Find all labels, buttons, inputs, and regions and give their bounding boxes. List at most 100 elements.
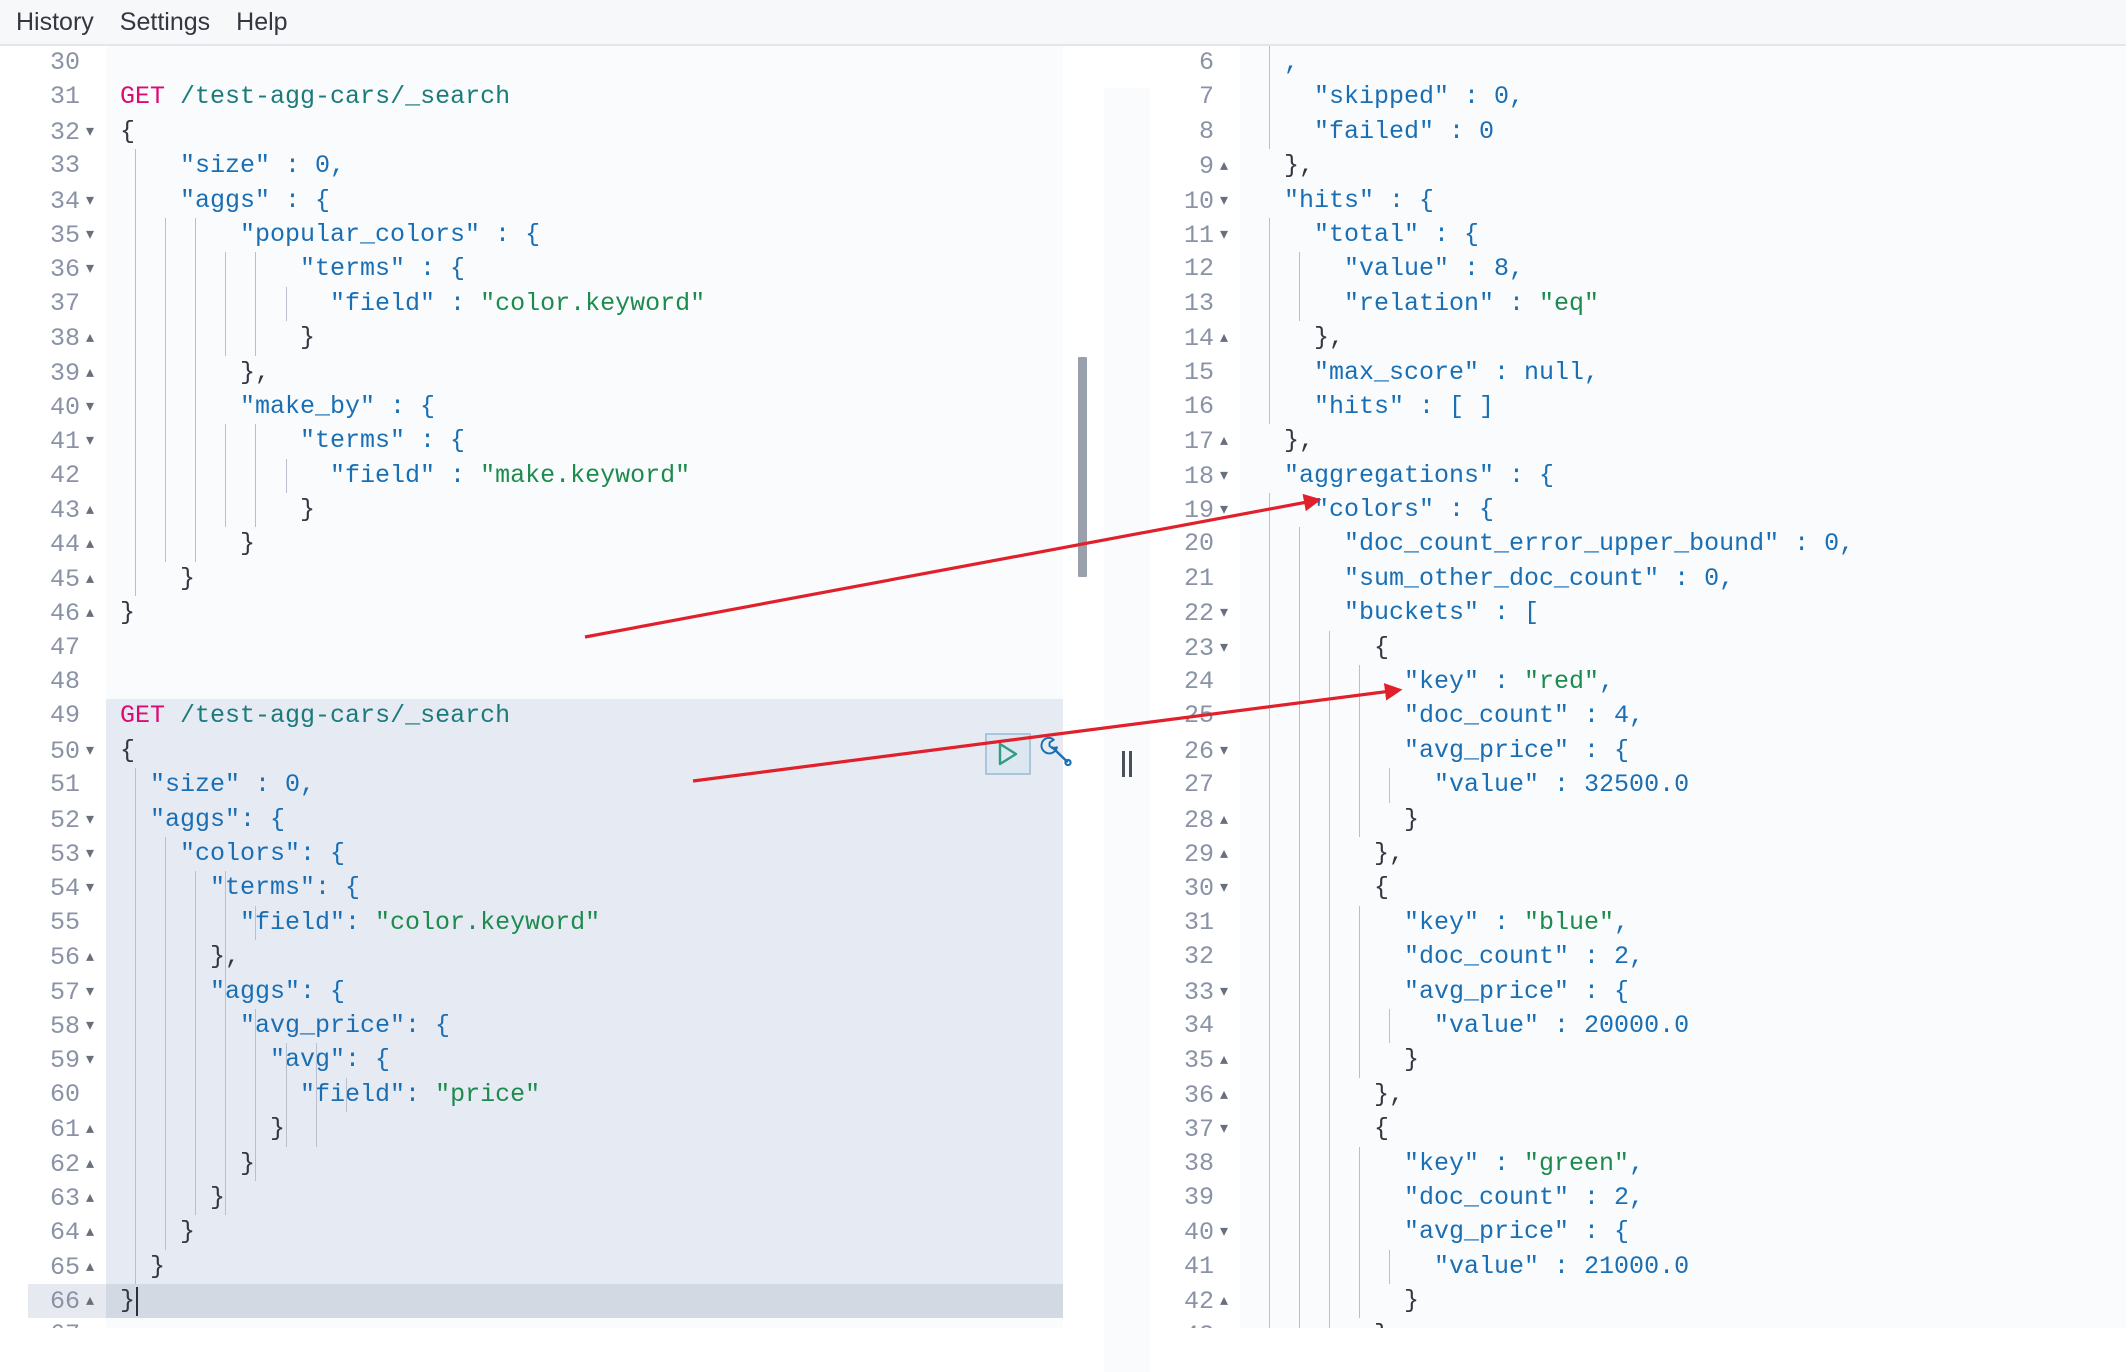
- fold-expand-icon[interactable]: ▴: [1214, 424, 1234, 458]
- code-line[interactable]: 58 ▾ "avg_price": {: [28, 1008, 1063, 1045]
- fold-expand-icon[interactable]: ▴: [80, 596, 100, 630]
- fold-collapse-icon[interactable]: ▾: [1214, 975, 1234, 1009]
- code-line[interactable]: 22 ▾ "buckets" : [: [1156, 596, 2126, 632]
- code-line[interactable]: 30 ▾ {: [1156, 871, 2126, 907]
- fold-expand-icon[interactable]: ▴: [80, 562, 100, 596]
- code-line[interactable]: 42 ▴ }: [1156, 1284, 2126, 1320]
- code-line[interactable]: 25 "doc_count" : 4,: [1156, 699, 2126, 734]
- fold-expand-icon[interactable]: ▴: [80, 493, 100, 527]
- code-line[interactable]: 53 ▾ "colors": {: [28, 836, 1063, 873]
- code-line[interactable]: 52 ▾ "aggs": {: [28, 802, 1063, 838]
- code-line[interactable]: 40 ▾ "make_by" : {: [28, 389, 1063, 426]
- fold-collapse-icon[interactable]: ▾: [1214, 596, 1234, 630]
- code-line[interactable]: 41 "value" : 21000.0: [1156, 1249, 2126, 1285]
- code-line[interactable]: 55 "field": "color.keyword": [28, 905, 1063, 941]
- code-line[interactable]: 44 ▴ }: [28, 527, 1063, 563]
- code-line[interactable]: 9 ▴ },: [1156, 149, 2126, 185]
- code-line[interactable]: 42 "field" : "make.keyword": [28, 458, 1063, 494]
- code-line[interactable]: 60 "field": "price": [28, 1077, 1063, 1113]
- fold-collapse-icon[interactable]: ▾: [1214, 493, 1234, 527]
- code-line[interactable]: 8 "failed" : 0: [1156, 114, 2126, 150]
- wrench-button[interactable]: [1037, 734, 1077, 774]
- code-line[interactable]: 48: [28, 665, 1063, 700]
- pane-resizer[interactable]: [1104, 88, 1150, 1372]
- fold-collapse-icon[interactable]: ▾: [1214, 871, 1234, 905]
- code-line[interactable]: 34 ▾ "aggs" : {: [28, 183, 1063, 219]
- fold-collapse-icon[interactable]: ▾: [80, 734, 100, 768]
- fold-collapse-icon[interactable]: ▾: [1214, 218, 1234, 252]
- menu-item-history[interactable]: History: [16, 0, 94, 44]
- code-line[interactable]: 14 ▴ },: [1156, 321, 2126, 357]
- fold-collapse-icon[interactable]: ▾: [80, 115, 100, 149]
- code-line[interactable]: 29 ▴ },: [1156, 836, 2126, 873]
- code-line[interactable]: 43▴ }: [28, 493, 1063, 529]
- code-line[interactable]: 26 ▾ "avg_price" : {: [1156, 733, 2126, 770]
- code-line[interactable]: 31 "key" : "blue",: [1156, 905, 2126, 941]
- fold-expand-icon[interactable]: ▴: [80, 1284, 100, 1318]
- code-line[interactable]: 50 ▾ {: [28, 733, 1063, 770]
- code-line[interactable]: 23 ▾ {: [1156, 630, 2126, 666]
- code-line[interactable]: 45 ▴ }: [28, 561, 1063, 598]
- code-line[interactable]: 13 "relation" : "eq": [1156, 286, 2126, 322]
- code-line[interactable]: 30: [28, 46, 1063, 81]
- fold-collapse-icon[interactable]: ▾: [1214, 459, 1234, 493]
- fold-expand-icon[interactable]: ▴: [80, 321, 100, 355]
- code-line[interactable]: 38 "key" : "green",: [1156, 1146, 2126, 1181]
- code-line[interactable]: 61 ▴ }: [28, 1112, 1063, 1148]
- code-line[interactable]: 32 "doc_count" : 2,: [1156, 940, 2126, 975]
- fold-collapse-icon[interactable]: ▾: [1214, 184, 1234, 218]
- fold-collapse-icon[interactable]: ▾: [80, 1009, 100, 1043]
- code-line[interactable]: 24 "key" : "red",: [1156, 665, 2126, 700]
- fold-collapse-icon[interactable]: ▾: [80, 218, 100, 252]
- fold-expand-icon[interactable]: ▴: [80, 940, 100, 974]
- fold-expand-icon[interactable]: ▴: [80, 1250, 100, 1284]
- fold-expand-icon[interactable]: ▴: [80, 356, 100, 390]
- fold-expand-icon[interactable]: ▴: [1214, 1078, 1234, 1112]
- code-line[interactable]: 39 "doc_count" : 2,: [1156, 1180, 2126, 1216]
- code-line[interactable]: 64 ▴ }: [28, 1215, 1063, 1251]
- code-line[interactable]: 40 ▾ "avg_price" : {: [1156, 1215, 2126, 1251]
- code-line[interactable]: 32 ▾ {: [28, 114, 1063, 150]
- send-request-button[interactable]: [985, 733, 1031, 775]
- code-line[interactable]: 43▴ }: [1156, 1318, 2126, 1328]
- response-output-pane[interactable]: 6 ,7 "skipped" : 0, 8 "failed" : 0 9 ▴ }, 10…: [1156, 46, 2126, 1328]
- editor-scrollbar-thumb[interactable]: [1078, 357, 1087, 577]
- fold-expand-icon[interactable]: ▴: [80, 1181, 100, 1215]
- fold-expand-icon[interactable]: ▴: [1214, 837, 1234, 871]
- fold-expand-icon[interactable]: ▴: [1214, 1284, 1234, 1318]
- fold-expand-icon[interactable]: ▴: [1214, 1318, 1234, 1328]
- code-line[interactable]: 35 ▴ }: [1156, 1043, 2126, 1079]
- code-line[interactable]: 57 ▾ "aggs": {: [28, 974, 1063, 1010]
- code-line[interactable]: 33 ▾ "avg_price" : {: [1156, 974, 2126, 1010]
- code-line[interactable]: 38 ▴ }: [28, 321, 1063, 357]
- fold-collapse-icon[interactable]: ▾: [80, 424, 100, 458]
- fold-collapse-icon[interactable]: ▾: [80, 837, 100, 871]
- fold-collapse-icon[interactable]: ▾: [1214, 1215, 1234, 1249]
- code-line[interactable]: 63 ▴ }: [28, 1180, 1063, 1217]
- code-line[interactable]: 16 "hits" : [ ]: [1156, 389, 2126, 425]
- code-line[interactable]: 27 "value" : 32500.0: [1156, 768, 2126, 803]
- fold-expand-icon[interactable]: ▴: [80, 1147, 100, 1181]
- code-line[interactable]: 28 ▴ }: [1156, 802, 2126, 838]
- fold-expand-icon[interactable]: ▴: [1214, 803, 1234, 837]
- code-line[interactable]: 49 GET /test-agg-cars/_search: [28, 699, 1063, 734]
- code-line[interactable]: 41 ▾ "terms" : {: [28, 424, 1063, 460]
- code-line[interactable]: 6 ,: [1156, 46, 2126, 81]
- code-line[interactable]: 36 ▴ },: [1156, 1077, 2126, 1113]
- fold-collapse-icon[interactable]: ▾: [80, 252, 100, 286]
- code-line[interactable]: 56 ▴ },: [28, 940, 1063, 976]
- fold-expand-icon[interactable]: ▴: [80, 1112, 100, 1146]
- code-line[interactable]: 66 ▴}: [28, 1284, 1063, 1320]
- code-line[interactable]: 65 ▴ }: [28, 1249, 1063, 1285]
- request-editor-pane[interactable]: 30 31 GET /test-agg-cars/_search 32 ▾{33 "si…: [28, 46, 1063, 1328]
- menu-item-settings[interactable]: Settings: [120, 0, 210, 44]
- fold-collapse-icon[interactable]: ▾: [1214, 734, 1234, 768]
- fold-expand-icon[interactable]: ▴: [1214, 1043, 1234, 1077]
- menu-item-help[interactable]: Help: [236, 0, 287, 44]
- fold-collapse-icon[interactable]: ▾: [80, 184, 100, 218]
- fold-collapse-icon[interactable]: ▾: [80, 975, 100, 1009]
- code-line[interactable]: 37 "field" : "color.keyword": [28, 286, 1063, 322]
- code-line[interactable]: 47: [28, 630, 1063, 666]
- fold-collapse-icon[interactable]: ▾: [80, 803, 100, 837]
- code-line[interactable]: 18 ▾ "aggregations" : {: [1156, 458, 2126, 494]
